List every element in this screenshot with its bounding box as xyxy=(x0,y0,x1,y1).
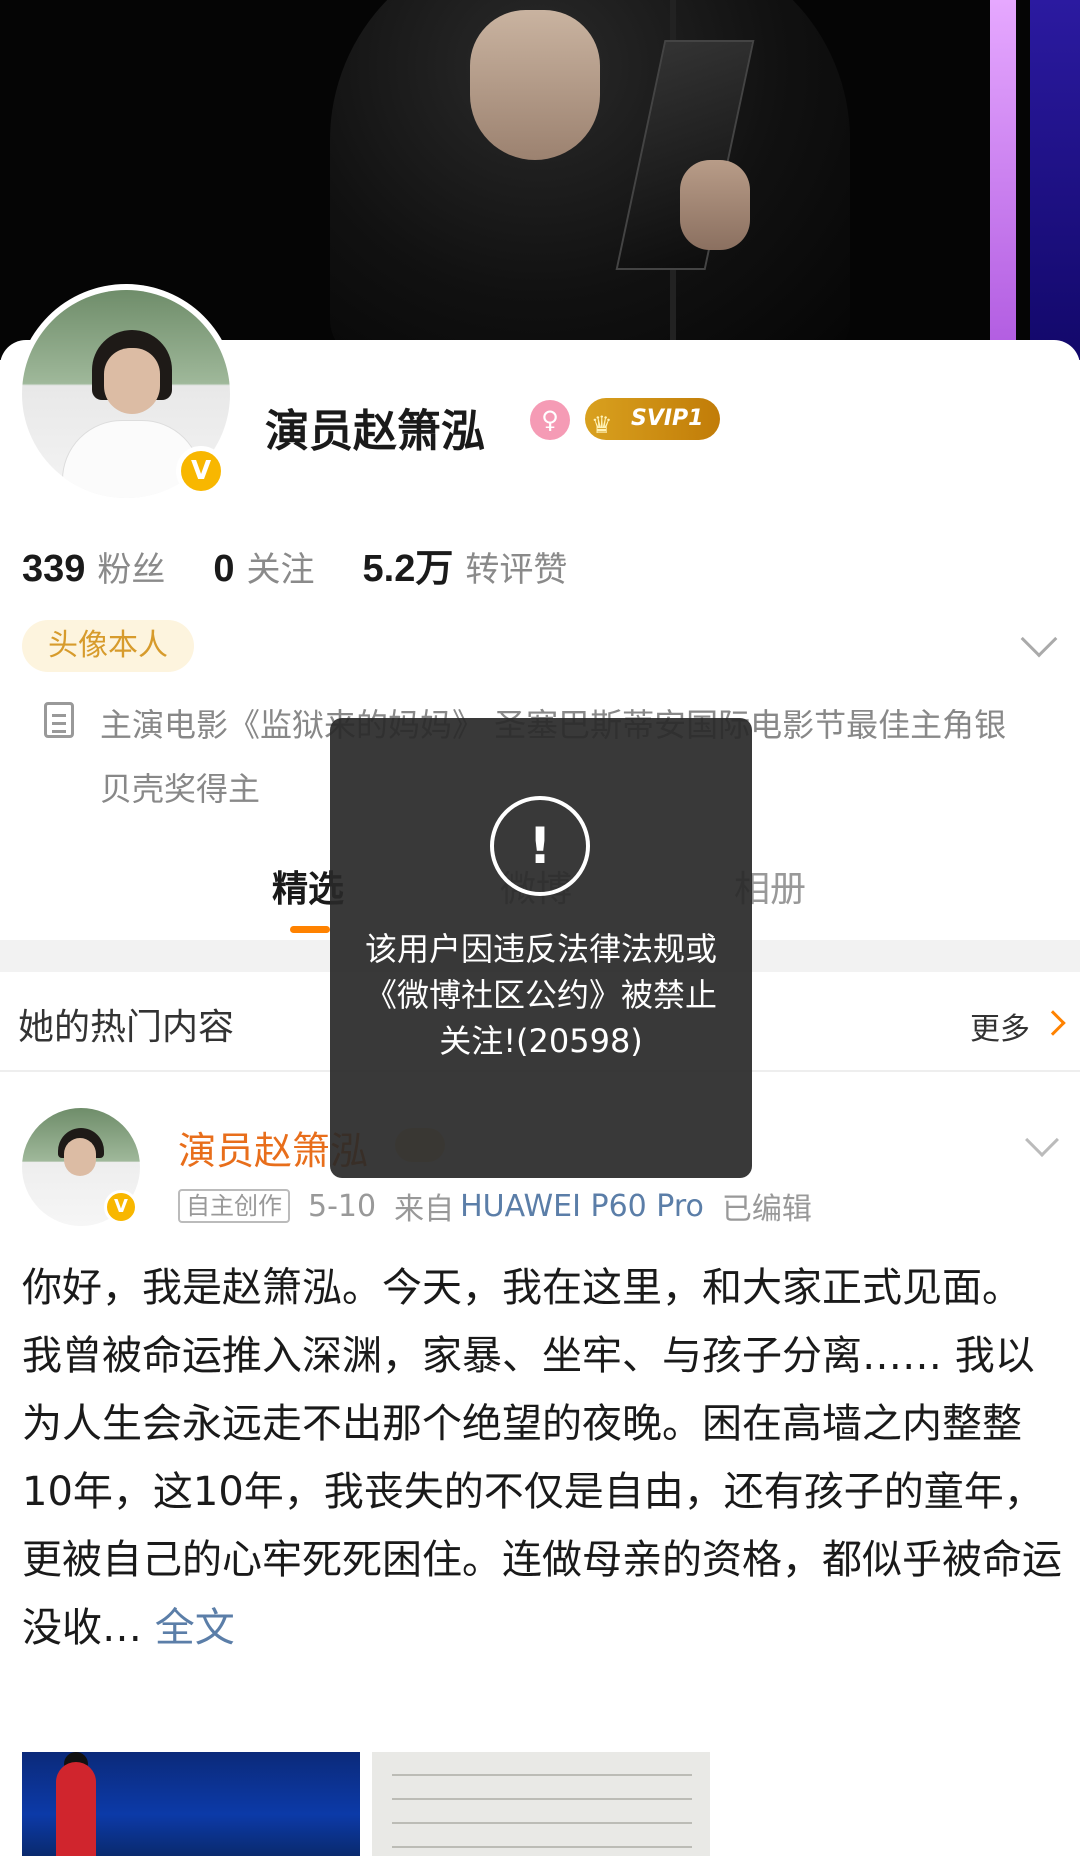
engagement-count[interactable]: 5.2万 xyxy=(363,537,454,592)
cover-light-stripe-2 xyxy=(1030,0,1080,360)
post-image-2[interactable] xyxy=(372,1752,710,1856)
read-full-text-link[interactable]: 全文 xyxy=(155,1605,235,1651)
svip-badge[interactable]: ♛ SVIP1 xyxy=(585,398,720,440)
svip-label: SVIP1 xyxy=(631,406,704,431)
post-date: 5-10 xyxy=(308,1188,377,1224)
profile-name: 演员赵箫泓 xyxy=(265,406,485,457)
active-tab-indicator xyxy=(290,926,330,933)
crown-icon: ♛ xyxy=(591,411,613,439)
error-toast: ! 该用户因违反法律法规或《微博社区公约》被禁止关注!(20598) xyxy=(330,718,752,1178)
cover-hand xyxy=(470,10,600,160)
post-meta: 自主创作 5-10 来自 HUAWEI P60 Pro 已编辑 xyxy=(178,1184,830,1228)
post-paragraph: 你好，我是赵箫泓。今天，我在这里，和大家正式见面。 xyxy=(22,1265,1022,1311)
female-gender-icon: ♀ xyxy=(530,400,570,440)
following-label[interactable]: 关注 xyxy=(247,542,315,591)
post-paragraph-text: 我曾被命运推入深渊，家暴、坐牢、与孩子分离…… 我以为人生会永远走不出那个绝望的… xyxy=(22,1333,1062,1651)
avatar-self-tag[interactable]: 头像本人 xyxy=(22,620,194,672)
post-options-chevron-icon[interactable] xyxy=(1025,1123,1059,1157)
cover-hand-2 xyxy=(680,160,750,250)
engagement-label[interactable]: 转评赞 xyxy=(465,542,567,591)
post-verified-icon: V xyxy=(104,1190,138,1224)
post-image-1[interactable] xyxy=(22,1752,360,1856)
original-content-tag: 自主创作 xyxy=(178,1189,290,1223)
profile-stats: 339 粉丝 0 关注 5.2万 转评赞 xyxy=(22,537,615,592)
document-icon xyxy=(44,702,74,738)
post-source-device[interactable]: HUAWEI P60 Pro xyxy=(460,1189,704,1224)
exclamation-icon: ! xyxy=(490,796,590,896)
post-body[interactable]: 你好，我是赵箫泓。今天，我在这里，和大家正式见面。 我曾被命运推入深渊，家暴、坐… xyxy=(22,1254,1062,1662)
followers-count[interactable]: 339 xyxy=(22,548,85,591)
toast-message: 该用户因违反法律法规或《微博社区公约》被禁止关注!(20598) xyxy=(364,930,717,1060)
post-edited-label: 已编辑 xyxy=(721,1192,812,1227)
hot-content-title: 她的热门内容 xyxy=(18,1007,235,1048)
verified-badge-icon: V xyxy=(176,446,226,496)
chevron-right-icon[interactable] xyxy=(1040,1010,1066,1036)
post-source-prefix: 来自 xyxy=(394,1192,455,1227)
hot-more-link[interactable]: 更多 xyxy=(970,1004,1030,1048)
following-count[interactable]: 0 xyxy=(213,548,234,591)
followers-label[interactable]: 粉丝 xyxy=(97,542,165,591)
post-paragraph: 我曾被命运推入深渊，家暴、坐牢、与孩子分离…… 我以为人生会永远走不出那个绝望的… xyxy=(22,1322,1062,1662)
cover-light-stripe xyxy=(990,0,1016,360)
